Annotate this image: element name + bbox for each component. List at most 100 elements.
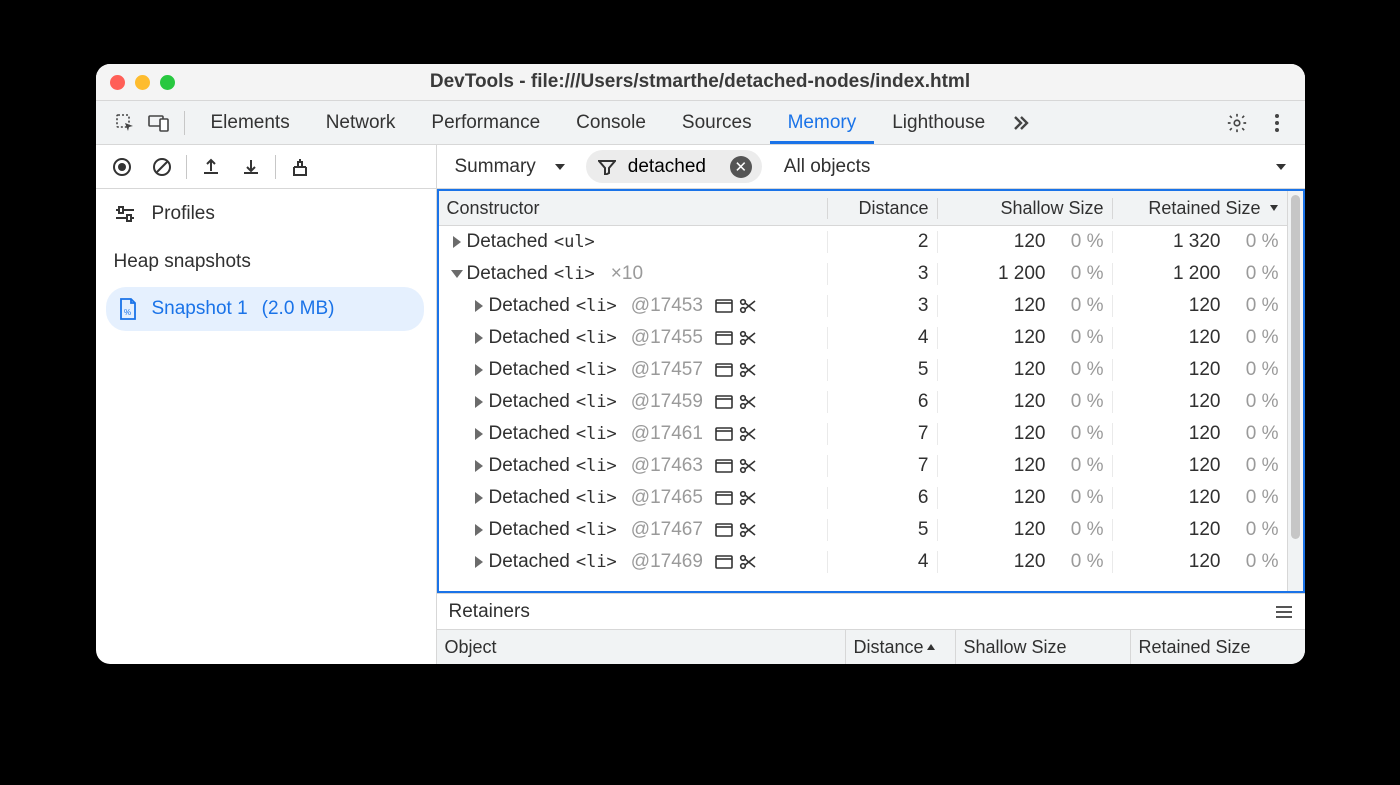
tab-elements[interactable]: Elements bbox=[193, 101, 308, 144]
shallow-cell: 1200 % bbox=[937, 359, 1112, 381]
snapshot-name: Snapshot 1 bbox=[152, 298, 248, 320]
clear-filter-button[interactable]: ✕ bbox=[730, 156, 752, 178]
disclosure-triangle-icon[interactable] bbox=[475, 492, 483, 504]
object-tag: <li> bbox=[576, 392, 617, 412]
table-row[interactable]: Detached <li>@1746941200 %1200 % bbox=[439, 546, 1287, 578]
ret-col-retained[interactable]: Retained Size bbox=[1130, 630, 1305, 664]
retained-cell: 1 3200 % bbox=[1112, 231, 1287, 253]
element-panel-icon[interactable] bbox=[715, 491, 733, 505]
chevron-down-icon bbox=[554, 162, 566, 172]
disclosure-triangle-icon[interactable] bbox=[451, 270, 463, 278]
table-row[interactable]: Detached <li>@1746561200 %1200 % bbox=[439, 482, 1287, 514]
row-actions bbox=[715, 426, 757, 442]
inspect-element-icon[interactable] bbox=[108, 101, 142, 144]
disclosure-triangle-icon[interactable] bbox=[475, 460, 483, 472]
snapshot-item[interactable]: % Snapshot 1 (2.0 MB) bbox=[106, 287, 424, 331]
sliders-icon bbox=[114, 204, 136, 224]
object-name: Detached bbox=[489, 295, 570, 317]
device-toolbar-icon[interactable] bbox=[142, 101, 176, 144]
table-row[interactable]: Detached <li>@1746751200 %1200 % bbox=[439, 514, 1287, 546]
element-panel-icon[interactable] bbox=[715, 523, 733, 537]
disclosure-triangle-icon[interactable] bbox=[475, 524, 483, 536]
settings-button[interactable] bbox=[1221, 107, 1253, 139]
element-panel-icon[interactable] bbox=[715, 427, 733, 441]
table-row[interactable]: Detached <li>@1745961200 %1200 % bbox=[439, 386, 1287, 418]
ret-col-object[interactable]: Object bbox=[437, 630, 845, 664]
load-profile-button[interactable] bbox=[191, 149, 231, 185]
object-tag: <li> bbox=[576, 520, 617, 540]
col-shallow[interactable]: Shallow Size bbox=[937, 198, 1112, 219]
view-selector[interactable]: Summary bbox=[445, 150, 576, 183]
scissors-icon[interactable] bbox=[739, 394, 757, 410]
element-panel-icon[interactable] bbox=[715, 459, 733, 473]
disclosure-triangle-icon[interactable] bbox=[453, 236, 461, 248]
element-panel-icon[interactable] bbox=[715, 555, 733, 569]
class-filter-input[interactable] bbox=[628, 156, 718, 178]
scissors-icon[interactable] bbox=[739, 426, 757, 442]
table-row[interactable]: Detached <ul>21200 %1 3200 % bbox=[439, 226, 1287, 258]
constructors-grid: Constructor Distance Shallow Size Retain… bbox=[437, 189, 1305, 593]
close-window-button[interactable] bbox=[110, 75, 125, 90]
object-name: Detached bbox=[489, 327, 570, 349]
col-distance[interactable]: Distance bbox=[827, 198, 937, 219]
disclosure-triangle-icon[interactable] bbox=[475, 396, 483, 408]
disclosure-triangle-icon[interactable] bbox=[475, 428, 483, 440]
count-badge: ×10 bbox=[611, 263, 643, 285]
tab-lighthouse[interactable]: Lighthouse bbox=[874, 101, 1003, 144]
tab-network[interactable]: Network bbox=[308, 101, 414, 144]
heap-file-icon: % bbox=[118, 297, 138, 321]
ret-col-distance[interactable]: Distance bbox=[845, 630, 955, 664]
scissors-icon[interactable] bbox=[739, 554, 757, 570]
retainers-menu-icon[interactable] bbox=[1275, 605, 1293, 619]
object-id: @17463 bbox=[631, 455, 703, 477]
sort-asc-icon bbox=[926, 642, 936, 652]
scissors-icon[interactable] bbox=[739, 490, 757, 506]
element-panel-icon[interactable] bbox=[715, 363, 733, 377]
row-actions bbox=[715, 394, 757, 410]
scissors-icon[interactable] bbox=[739, 458, 757, 474]
minimize-window-button[interactable] bbox=[135, 75, 150, 90]
table-row[interactable]: Detached <li>×1031 2000 %1 2000 % bbox=[439, 258, 1287, 290]
disclosure-triangle-icon[interactable] bbox=[475, 364, 483, 376]
col-constructor[interactable]: Constructor bbox=[439, 198, 827, 219]
scissors-icon[interactable] bbox=[739, 330, 757, 346]
table-row[interactable]: Detached <li>@1746171200 %1200 % bbox=[439, 418, 1287, 450]
record-button[interactable] bbox=[102, 149, 142, 185]
table-row[interactable]: Detached <li>@1745751200 %1200 % bbox=[439, 354, 1287, 386]
table-row[interactable]: Detached <li>@1746371200 %1200 % bbox=[439, 450, 1287, 482]
profiles-section[interactable]: Profiles bbox=[96, 189, 436, 237]
kebab-menu-button[interactable] bbox=[1261, 107, 1293, 139]
more-tabs-button[interactable] bbox=[1003, 107, 1035, 139]
disclosure-triangle-icon[interactable] bbox=[475, 332, 483, 344]
element-panel-icon[interactable] bbox=[715, 299, 733, 313]
disclosure-triangle-icon[interactable] bbox=[475, 556, 483, 568]
object-tag: <li> bbox=[576, 296, 617, 316]
table-row[interactable]: Detached <li>@1745541200 %1200 % bbox=[439, 322, 1287, 354]
element-panel-icon[interactable] bbox=[715, 331, 733, 345]
zoom-window-button[interactable] bbox=[160, 75, 175, 90]
retained-cell: 1200 % bbox=[1112, 359, 1287, 381]
class-filter[interactable]: ✕ bbox=[586, 150, 762, 183]
object-scope-selector[interactable]: All objects bbox=[774, 156, 1297, 178]
row-actions bbox=[715, 522, 757, 538]
ret-col-shallow[interactable]: Shallow Size bbox=[955, 630, 1130, 664]
tab-memory[interactable]: Memory bbox=[770, 101, 875, 144]
scissors-icon[interactable] bbox=[739, 362, 757, 378]
scroll-thumb[interactable] bbox=[1291, 195, 1300, 539]
garbage-collect-button[interactable] bbox=[280, 149, 320, 185]
col-retained[interactable]: Retained Size bbox=[1112, 198, 1287, 219]
tab-performance[interactable]: Performance bbox=[413, 101, 558, 144]
table-row[interactable]: Detached <li>@1745331200 %1200 % bbox=[439, 290, 1287, 322]
tab-console[interactable]: Console bbox=[558, 101, 664, 144]
disclosure-triangle-icon[interactable] bbox=[475, 300, 483, 312]
scissors-icon[interactable] bbox=[739, 522, 757, 538]
distance-cell: 7 bbox=[827, 423, 937, 445]
save-profile-button[interactable] bbox=[231, 149, 271, 185]
row-actions bbox=[715, 362, 757, 378]
tab-sources[interactable]: Sources bbox=[664, 101, 770, 144]
scissors-icon[interactable] bbox=[739, 298, 757, 314]
clear-button[interactable] bbox=[142, 149, 182, 185]
object-name: Detached bbox=[489, 487, 570, 509]
element-panel-icon[interactable] bbox=[715, 395, 733, 409]
vertical-scrollbar[interactable] bbox=[1287, 191, 1303, 591]
